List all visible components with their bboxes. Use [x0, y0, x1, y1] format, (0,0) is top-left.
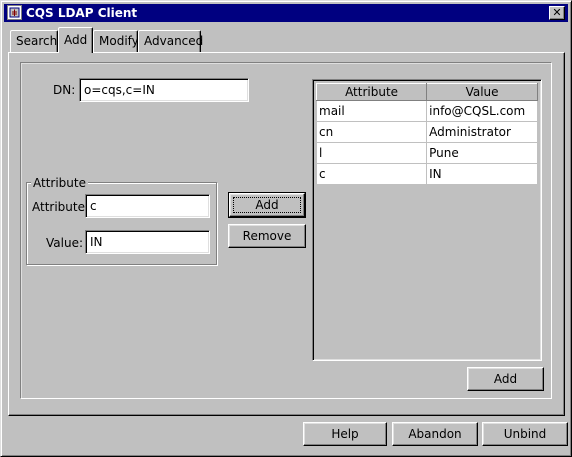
- tab-label: Advanced: [144, 34, 204, 48]
- close-button[interactable]: ✕: [549, 6, 565, 20]
- tab-advanced[interactable]: Advanced: [138, 30, 204, 52]
- app-icon: [7, 5, 22, 20]
- help-button[interactable]: Help: [303, 422, 387, 446]
- title-bar[interactable]: CQS LDAP Client ✕: [4, 4, 568, 22]
- add-tab-panel: [8, 52, 565, 416]
- abandon-label: Abandon: [408, 427, 462, 441]
- tab-search[interactable]: Search: [10, 30, 58, 52]
- tab-label: Search: [16, 34, 58, 48]
- unbind-button[interactable]: Unbind: [482, 422, 568, 446]
- help-label: Help: [331, 427, 359, 441]
- tab-add[interactable]: Add: [58, 27, 93, 53]
- window-title: CQS LDAP Client: [26, 6, 138, 20]
- close-icon: ✕: [552, 6, 562, 19]
- tab-modify[interactable]: Modify: [93, 30, 139, 52]
- tab-label: Add: [64, 33, 88, 47]
- add-panel-frame: [20, 62, 552, 399]
- abandon-button[interactable]: Abandon: [392, 422, 478, 446]
- unbind-label: Unbind: [503, 427, 547, 441]
- tab-label: Modify: [99, 34, 139, 48]
- app-window: CQS LDAP Client ✕ Search Add Modify Adva…: [0, 0, 572, 457]
